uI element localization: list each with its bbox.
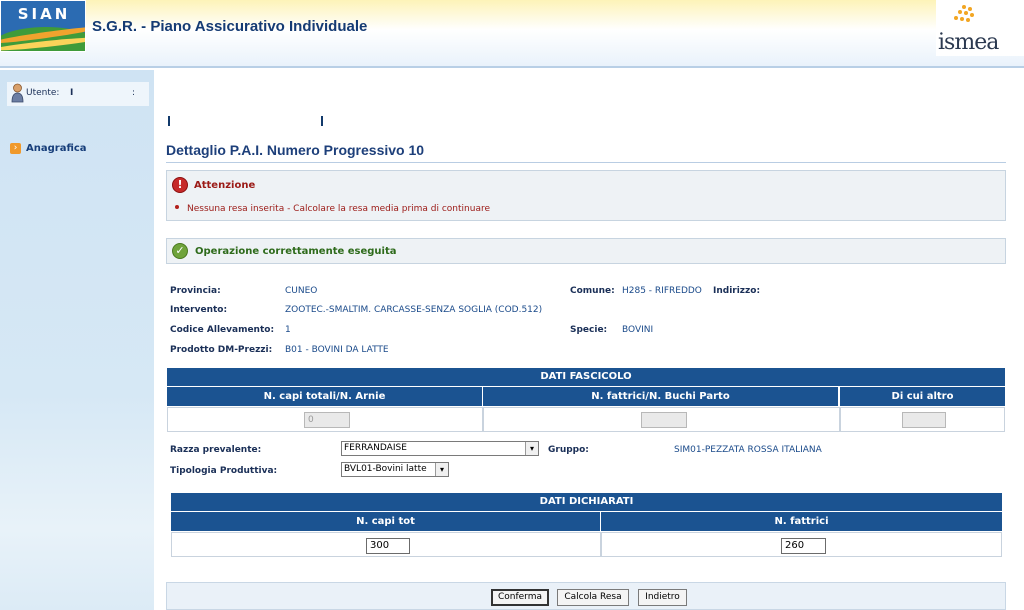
user-separator: :: [132, 88, 136, 98]
warning-title: Attenzione: [194, 180, 256, 191]
sidebar-item-anagrafica[interactable]: › Anagrafica: [10, 143, 87, 154]
bullet-icon: [175, 205, 179, 209]
user-name: I: [70, 88, 74, 98]
user-label: Utente:: [26, 88, 60, 98]
dichiarati-title: DATI DICHIARATI: [171, 493, 1002, 511]
user-icon: [11, 83, 24, 103]
sian-logo-text: SIAN: [17, 5, 71, 23]
capi-tot-input[interactable]: 300: [366, 538, 410, 554]
razza-label: Razza prevalente:: [170, 445, 262, 455]
prodotto-value: B01 - BOVINI DA LATTE: [285, 345, 389, 355]
intervento-label: Intervento:: [170, 305, 228, 315]
sidebar: Utente: I : › Anagrafica: [0, 70, 154, 610]
tipologia-select[interactable]: BVL01-Bovini latte ▾: [341, 462, 449, 477]
comune-label: Comune:: [570, 286, 615, 296]
dichiarati-col-fattrici: N. fattrici: [601, 512, 1002, 531]
back-button[interactable]: Indietro: [638, 589, 687, 606]
success-box: ✓ Operazione correttamente eseguita: [166, 238, 1006, 264]
chevron-down-icon: ▾: [435, 463, 448, 476]
ismea-logo: ismea: [936, 0, 1024, 56]
razza-select-value: FERRANDAISE: [344, 443, 407, 453]
specie-label: Specie:: [570, 325, 608, 335]
ismea-logo-mark: [954, 5, 974, 22]
warning-message: Nessuna resa inserita - Calcolare la res…: [187, 204, 491, 214]
fascicolo-col-fattrici: N. fattrici/N. Buchi Parto: [483, 387, 838, 406]
user-box: Utente: I :: [7, 82, 149, 106]
chevron-down-icon: ▾: [525, 442, 538, 455]
prodotto-label: Prodotto DM-Prezzi:: [170, 345, 273, 355]
tipologia-select-value: BVL01-Bovini latte: [344, 464, 427, 474]
dichiarati-col-capi: N. capi tot: [171, 512, 600, 531]
tipologia-label: Tipologia Produttiva:: [170, 466, 278, 476]
page-title: Dettaglio P.A.I. Numero Progressivo 10: [166, 142, 425, 158]
provincia-value: CUNEO: [285, 286, 318, 296]
warning-box: ! Attenzione Nessuna resa inserita - Cal…: [166, 170, 1006, 221]
capi-totali-input: 0: [304, 412, 350, 428]
sian-logo: SIAN: [0, 0, 86, 52]
intervento-value: ZOOTEC.-SMALTIM. CARCASSE-SENZA SOGLIA (…: [285, 305, 543, 315]
comune-value: H285 - RIFREDDO: [622, 286, 702, 296]
ismea-logo-text: ismea: [938, 30, 999, 55]
codice-label: Codice Allevamento:: [170, 325, 275, 335]
fattrici-tot-input[interactable]: 260: [781, 538, 826, 554]
specie-value: BOVINI: [622, 325, 654, 335]
success-message: Operazione correttamente eseguita: [195, 246, 397, 257]
codice-value: 1: [285, 325, 291, 335]
indirizzo-label: Indirizzo:: [713, 286, 761, 296]
title-divider: [166, 162, 1006, 163]
gruppo-value: SIM01-PEZZATA ROSSA ITALIANA: [674, 445, 822, 455]
razza-select[interactable]: FERRANDAISE ▾: [341, 441, 539, 456]
arrow-right-icon: ›: [10, 143, 21, 154]
alert-icon: !: [172, 177, 188, 193]
fascicolo-col-altro: Di cui altro: [840, 387, 1005, 406]
sidebar-item-label: Anagrafica: [26, 143, 87, 154]
gruppo-label: Gruppo:: [548, 445, 589, 455]
main-content: Dettaglio P.A.I. Numero Progressivo 10 !…: [154, 70, 1024, 610]
provincia-label: Provincia:: [170, 286, 221, 296]
calc-resa-button[interactable]: Calcola Resa: [557, 589, 629, 606]
fascicolo-title: DATI FASCICOLO: [167, 368, 1005, 386]
app-title: S.G.R. - Piano Assicurativo Individuale: [92, 18, 368, 35]
app-header: SIAN S.G.R. - Piano Assicurativo Individ…: [0, 0, 1024, 68]
di-cui-altro-input: [902, 412, 946, 428]
breadcrumb-mark: [321, 116, 323, 126]
fascicolo-col-capi: N. capi totali/N. Arnie: [167, 387, 482, 406]
action-bar: Conferma Calcola Resa Indietro: [166, 582, 1006, 610]
check-icon: ✓: [172, 243, 188, 259]
confirm-button[interactable]: Conferma: [491, 589, 549, 606]
breadcrumb-mark: [168, 116, 170, 126]
fattrici-input: [641, 412, 687, 428]
